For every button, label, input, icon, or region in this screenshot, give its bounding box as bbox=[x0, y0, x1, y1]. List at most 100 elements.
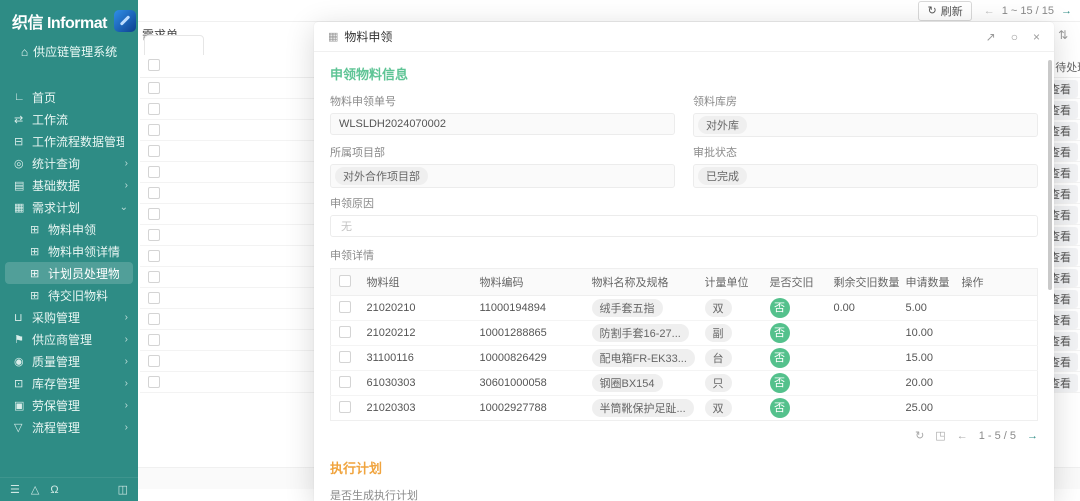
row-checkbox[interactable] bbox=[148, 334, 160, 346]
next-page-icon[interactable]: → bbox=[1061, 5, 1072, 17]
sidebar-item-material-requisition[interactable]: ⊞ 物料申领 bbox=[0, 218, 138, 240]
row-checkbox[interactable] bbox=[148, 250, 160, 262]
reason-input[interactable]: 无 bbox=[330, 215, 1038, 237]
alert-icon[interactable]: △ bbox=[31, 483, 39, 496]
sidebar-item-pending-old-material[interactable]: ⊞ 待交旧物料 bbox=[0, 284, 138, 306]
select-all-checkbox[interactable] bbox=[148, 59, 160, 71]
generated-plan-label: 是否生成执行计划 bbox=[330, 487, 1038, 501]
top-toolbar: ↻ 刷新 ← 1 ~ 15 / 15 → bbox=[138, 0, 1080, 22]
row-checkbox[interactable] bbox=[148, 103, 160, 115]
table-row: 21020303 10002927788 半筒靴保护足趾... 双 否 25.0… bbox=[331, 396, 1038, 421]
open-new-window-icon[interactable]: ↗ bbox=[986, 30, 996, 44]
bell-icon[interactable]: Ω bbox=[50, 484, 58, 496]
sidebar-item-supplier[interactable]: ⚑ 供应商管理 › bbox=[0, 328, 138, 350]
system-title-label: 供应链管理系统 bbox=[33, 43, 117, 60]
row-checkbox[interactable] bbox=[148, 292, 160, 304]
row-checkbox[interactable] bbox=[339, 326, 351, 338]
prev-page-icon[interactable]: ← bbox=[957, 430, 968, 442]
row-checkbox[interactable] bbox=[339, 351, 351, 363]
modal-scrollbar[interactable] bbox=[1048, 60, 1052, 290]
field-reason: 申领原因 无 bbox=[330, 195, 1038, 237]
material-name-tag: 半筒靴保护足趾... bbox=[592, 399, 694, 417]
sidebar-item-stats-query[interactable]: ◎ 统计查询 › bbox=[0, 152, 138, 174]
next-page-icon[interactable]: → bbox=[1027, 430, 1038, 442]
close-icon[interactable]: × bbox=[1033, 30, 1040, 44]
table-refresh-icon[interactable]: ↻ bbox=[915, 429, 924, 442]
fullscreen-icon[interactable]: ◳ bbox=[935, 429, 945, 442]
unit-tag: 双 bbox=[705, 299, 732, 317]
operation-cell bbox=[956, 346, 1038, 371]
refresh-button[interactable]: ↻ 刷新 bbox=[918, 1, 971, 21]
approval-status-input[interactable]: 已完成 bbox=[693, 164, 1038, 188]
chevron-icon: ⌄ bbox=[116, 202, 128, 213]
sidebar-item-workflow[interactable]: ⇄ 工作流 bbox=[0, 108, 138, 130]
sidebar-item-labor-protection[interactable]: ▣ 劳保管理 › bbox=[0, 394, 138, 416]
row-checkbox[interactable] bbox=[148, 208, 160, 220]
modal-refresh-icon[interactable]: ○ bbox=[1011, 30, 1018, 44]
return-old-badge: 否 bbox=[770, 348, 790, 368]
chevron-icon: › bbox=[121, 356, 128, 367]
sidebar-item-quality[interactable]: ◉ 质量管理 › bbox=[0, 350, 138, 372]
row-checkbox[interactable] bbox=[148, 229, 160, 241]
chevron-icon: › bbox=[121, 312, 128, 323]
sidebar-item-process-mgmt[interactable]: ▽ 流程管理 › bbox=[0, 416, 138, 438]
order-no-input[interactable]: WLSLDH2024070002 bbox=[330, 113, 675, 135]
row-checkbox[interactable] bbox=[148, 355, 160, 367]
sidebar-item-planner-process-requisition[interactable]: ⊞ 计划员处理物料申领... bbox=[5, 262, 133, 284]
menu-item-label: 基础数据 bbox=[32, 177, 121, 194]
remaining-old-qty-cell: 0.00 bbox=[828, 296, 900, 321]
sidebar-item-base-data[interactable]: ▤ 基础数据 › bbox=[0, 174, 138, 196]
menu-item-icon: ⊞ bbox=[30, 289, 48, 302]
menu-icon[interactable]: ☰ bbox=[10, 483, 20, 496]
material-group-cell: 31100116 bbox=[361, 346, 474, 371]
row-checkbox[interactable] bbox=[339, 376, 351, 388]
row-checkbox[interactable] bbox=[148, 124, 160, 136]
row-checkbox[interactable] bbox=[148, 166, 160, 178]
row-checkbox[interactable] bbox=[148, 376, 160, 388]
collapse-sidebar-icon[interactable]: ◫ bbox=[118, 483, 128, 496]
menu-item-icon: ⚑ bbox=[14, 333, 32, 346]
warehouse-tag: 对外库 bbox=[698, 116, 747, 134]
refresh-label: 刷新 bbox=[941, 3, 963, 19]
sort-icon[interactable]: ⇅ bbox=[1058, 28, 1068, 42]
sidebar-item-inventory[interactable]: ⊡ 库存管理 › bbox=[0, 372, 138, 394]
requisition-detail-table: 物料组 物料编码 物料名称及规格 计量单位 是否交旧 剩余交旧数量 申请数量 操… bbox=[330, 268, 1038, 421]
select-all-checkbox[interactable] bbox=[339, 275, 351, 287]
menu-item-icon: ▦ bbox=[14, 201, 32, 214]
informat-logo-icon bbox=[114, 10, 136, 32]
row-checkbox[interactable] bbox=[148, 82, 160, 94]
sidebar-item-demand-plan[interactable]: ▦ 需求计划 ⌄ bbox=[0, 196, 138, 218]
remaining-old-qty-cell bbox=[828, 321, 900, 346]
sidebar-item-procurement[interactable]: ⊔ 采购管理 › bbox=[0, 306, 138, 328]
remaining-old-qty-cell bbox=[828, 371, 900, 396]
sidebar-item-workflow-data[interactable]: ⊟ 工作流程数据管理 bbox=[0, 130, 138, 152]
return-old-badge: 否 bbox=[770, 373, 790, 393]
menu-item-label: 首页 bbox=[32, 89, 124, 106]
remaining-old-qty-cell bbox=[828, 396, 900, 421]
row-checkbox[interactable] bbox=[148, 271, 160, 283]
row-checkbox[interactable] bbox=[339, 401, 351, 413]
row-checkbox[interactable] bbox=[148, 313, 160, 325]
department-input[interactable]: 对外合作项目部 bbox=[330, 164, 675, 188]
material-requisition-modal: ▦ 物料申领 ↗ ○ × 申领物料信息 物料申领单号 WLSLDH2024070… bbox=[314, 22, 1054, 501]
detail-table-label: 申领详情 bbox=[330, 247, 1038, 263]
department-tag: 对外合作项目部 bbox=[335, 167, 428, 185]
approval-status-tag: 已完成 bbox=[698, 167, 747, 185]
sidebar-item-home[interactable]: ∟ 首页 bbox=[0, 86, 138, 108]
sidebar: 织信 Informat ⌂ 供应链管理系统 ∟ 首页 ⇄ 工作流 ⊟ 工作流程数… bbox=[0, 0, 138, 501]
requisition-fields: 物料申领单号 WLSLDH2024070002 领料库房 对外库 所属项目部 对… bbox=[330, 93, 1038, 237]
menu-item-icon: ⊟ bbox=[14, 135, 32, 148]
row-checkbox[interactable] bbox=[148, 145, 160, 157]
prev-page-icon[interactable]: ← bbox=[984, 5, 995, 17]
return-old-badge: 否 bbox=[770, 298, 790, 318]
requested-qty-cell: 10.00 bbox=[900, 321, 956, 346]
field-approval-status: 审批状态 已完成 bbox=[693, 144, 1038, 188]
row-checkbox[interactable] bbox=[148, 187, 160, 199]
warehouse-input[interactable]: 对外库 bbox=[693, 113, 1038, 137]
sidebar-item-material-requisition-detail[interactable]: ⊞ 物料申领详情 bbox=[0, 240, 138, 262]
material-code-cell: 10000826429 bbox=[474, 346, 586, 371]
menu-item-label: 采购管理 bbox=[32, 309, 121, 326]
menu-item-label: 质量管理 bbox=[32, 353, 121, 370]
material-code-cell: 11000194894 bbox=[474, 296, 586, 321]
row-checkbox[interactable] bbox=[339, 301, 351, 313]
